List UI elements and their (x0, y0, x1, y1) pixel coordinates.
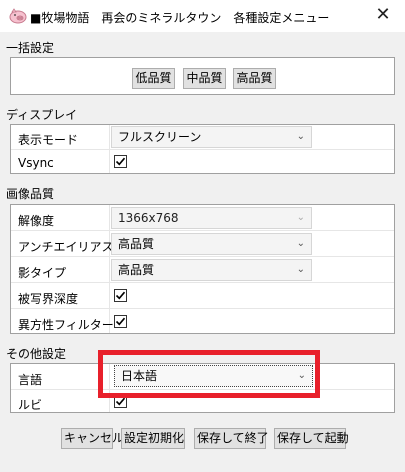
display-group: 表示モード フルスクリーン ⌄ Vsync (10, 124, 395, 174)
checkmark-icon (115, 317, 126, 326)
antialias-value: 高品質 (118, 237, 155, 251)
depth-of-field-checkbox[interactable] (114, 289, 127, 302)
batch-settings-label: 一括設定 (6, 41, 55, 55)
row-divider (11, 230, 394, 231)
language-label: 言語 (18, 373, 43, 387)
column-divider (109, 205, 110, 333)
display-mode-select[interactable]: フルスクリーン ⌄ (111, 126, 312, 148)
anisotropic-filter-label: 異方性フィルター (18, 318, 114, 332)
row-divider (11, 308, 394, 309)
image-quality-group: 解像度 1366x768 ⌄ アンチエイリアス 高品質 ⌄ 影タイプ 高品質 ⌄… (10, 204, 395, 334)
ruby-label: ルビ (18, 398, 43, 412)
resolution-select[interactable]: 1366x768 ⌄ (111, 207, 312, 229)
medium-quality-button[interactable]: 中品質 (183, 68, 226, 89)
image-quality-section-label: 画像品質 (6, 187, 55, 201)
checkmark-icon (115, 291, 126, 300)
display-section-label: ディスプレイ (6, 108, 78, 122)
display-mode-label: 表示モード (18, 133, 79, 147)
row-divider (11, 282, 394, 283)
cancel-button[interactable]: キャンセル (61, 428, 124, 449)
batch-settings-group: 低品質 中品質 高品質 (10, 57, 395, 95)
chevron-down-icon: ⌄ (296, 131, 305, 142)
language-highlight-box (98, 350, 320, 398)
antialias-select[interactable]: 高品質 ⌄ (111, 233, 312, 255)
pig-app-icon (8, 7, 28, 25)
save-and-launch-button[interactable]: 保存して起動 (274, 428, 349, 449)
save-and-exit-button[interactable]: 保存して終了 (194, 428, 269, 449)
shadow-type-select[interactable]: 高品質 ⌄ (111, 259, 312, 281)
resolution-label: 解像度 (18, 214, 55, 228)
anisotropic-filter-checkbox[interactable] (114, 315, 127, 328)
antialias-label: アンチエイリアス (18, 240, 114, 254)
row-divider (11, 149, 394, 150)
vsync-label: Vsync (18, 156, 54, 170)
close-button[interactable]: ✕ (361, 0, 405, 32)
vsync-checkbox[interactable] (114, 155, 127, 168)
chevron-down-icon: ⌄ (296, 212, 305, 223)
low-quality-button[interactable]: 低品質 (132, 68, 175, 89)
high-quality-button[interactable]: 高品質 (233, 68, 276, 89)
chevron-down-icon: ⌄ (296, 264, 305, 275)
row-divider (11, 256, 394, 257)
window-title: ■牧場物語 再会のミネラルタウン 各種設定メニュー (30, 11, 330, 25)
other-settings-section-label: その他設定 (6, 347, 67, 361)
shadow-type-label: 影タイプ (18, 266, 67, 280)
display-mode-value: フルスクリーン (118, 130, 202, 144)
depth-of-field-label: 被写界深度 (18, 292, 79, 306)
reset-settings-button[interactable]: 設定初期化 (121, 428, 185, 449)
shadow-type-value: 高品質 (118, 263, 155, 277)
chevron-down-icon: ⌄ (296, 238, 305, 249)
checkmark-icon (115, 157, 126, 166)
title-bar: ■牧場物語 再会のミネラルタウン 各種設定メニュー ✕ (0, 0, 405, 32)
resolution-value: 1366x768 (118, 211, 179, 225)
